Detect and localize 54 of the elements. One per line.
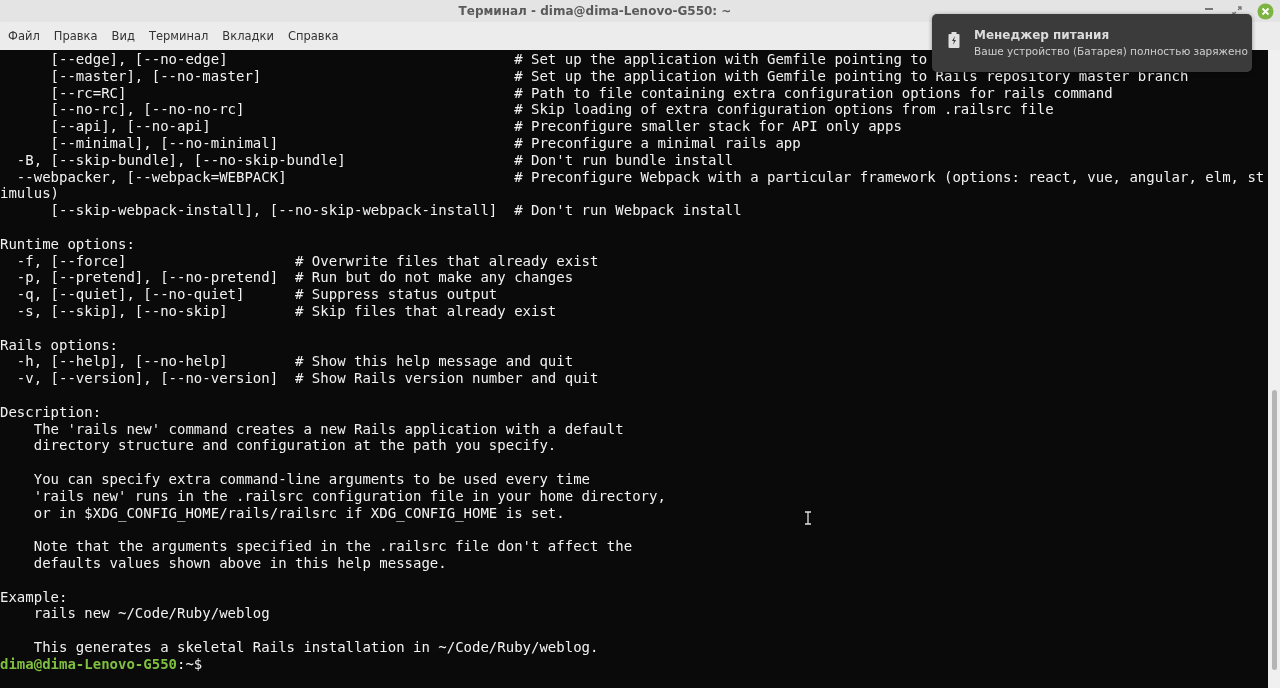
output-line: Example: <box>0 588 68 606</box>
option-text: -p, [--pretend], [--no-pretend] <box>15 269 280 287</box>
window-title: Терминал - dima@dima-Lenovo-G550: ~ <box>457 4 733 18</box>
menu-item[interactable]: Правка <box>47 25 106 47</box>
notification-body: Ваше устройство (Батарея) полностью заряжено <box>974 45 1248 57</box>
option-text: -q, [--quiet], [--no-quiet] <box>15 286 246 303</box>
menu-item[interactable]: Вкладки <box>216 25 282 47</box>
comment-text: # Preconfigure Webpack with a particular framework (options: react, vue, angular, elm, st <box>514 168 1265 186</box>
output-line: rails new ~/Code/Ruby/weblog <box>32 605 270 623</box>
option-text: -v, [--version], [--no-version] <box>15 370 280 387</box>
comment-text: # Preconfigure a minimal rails app <box>514 135 801 152</box>
comment-text: # Show this help message and quit <box>295 353 574 371</box>
output-line: Runtime options: <box>0 235 135 253</box>
menu-item[interactable]: Вид <box>105 25 143 47</box>
comment-text: # Skip files that already exist <box>295 302 557 320</box>
comment-text: # Run but do not make any changes <box>295 269 574 287</box>
notification-title: Менеджер питания <box>974 28 1111 42</box>
option-text: [--no-rc], [--no-no-rc] <box>49 101 246 119</box>
option-text: -f, [--force] <box>15 252 128 270</box>
option-text: [--master], [--no-master] <box>49 67 263 85</box>
prompt-user-host: dima@dima-Lenovo-G550 <box>0 655 177 673</box>
option-text: [--rc=RC] <box>49 84 128 102</box>
option-text: --webpacker, [--webpack=WEBPACK] <box>15 168 288 186</box>
comment-text: # Show Rails version number and quit <box>295 370 599 387</box>
output-line: 'rails new' runs in the .railsrc configuration file in your home directory, <box>32 487 666 505</box>
comment-text: # Suppress status output <box>295 286 498 303</box>
option-text: [--skip-webpack-install], [--no-skip-webpack-install] <box>49 202 499 219</box>
comment-text: # Path to file containing extra configuration options for rails command <box>514 84 1113 102</box>
output-line: Rails options: <box>0 336 118 354</box>
comment-text: # Set up the application with Gemfile pointing to <box>514 51 928 68</box>
output-line: or in $XDG_CONFIG_HOME/rails/railsrc if XDG_CONFIG_HOME is set. <box>32 504 565 522</box>
prompt-path: :~$ <box>177 655 203 673</box>
output-line: You can specify extra command-line arguments to be used every time <box>32 470 590 488</box>
output-line: imulus) <box>0 185 59 203</box>
output-line: Note that the arguments specified in the .railsrc file don't affect the <box>32 538 633 555</box>
option-text: -B, [--skip-bundle], [--no-skip-bundle] <box>15 151 347 169</box>
option-text: -h, [--help], [--no-help] <box>15 353 229 371</box>
comment-text: # Preconfigure smaller stack for API only apps <box>514 118 902 135</box>
output-line: Description: <box>0 403 102 421</box>
comment-text: # Don't run Webpack install <box>514 202 742 219</box>
option-text: [--edge], [--no-edge] <box>49 51 229 68</box>
menu-item[interactable]: Терминал <box>142 25 217 47</box>
option-text: [--minimal], [--no-minimal] <box>49 135 280 152</box>
output-line: defaults values shown above in this help message. <box>32 554 447 572</box>
output-line: The 'rails new' command creates a new Rails application with a default <box>32 420 624 438</box>
option-text: [--api], [--no-api] <box>49 118 212 135</box>
option-text: -s, [--skip], [--no-skip] <box>15 302 229 320</box>
output-line: directory structure and configuration at the path you specify. <box>32 437 557 455</box>
comment-text: # Skip loading of extra configuration options from .railsrc file <box>514 101 1054 119</box>
menu-item[interactable]: Справка <box>281 25 347 47</box>
comment-text: # Overwrite files that already exist <box>295 252 599 270</box>
output-line: This generates a skeletal Rails installation in ~/Code/Ruby/weblog. <box>32 638 599 656</box>
menu-item[interactable]: Файл <box>2 25 48 47</box>
comment-text: # Don't run bundle install <box>514 151 734 169</box>
